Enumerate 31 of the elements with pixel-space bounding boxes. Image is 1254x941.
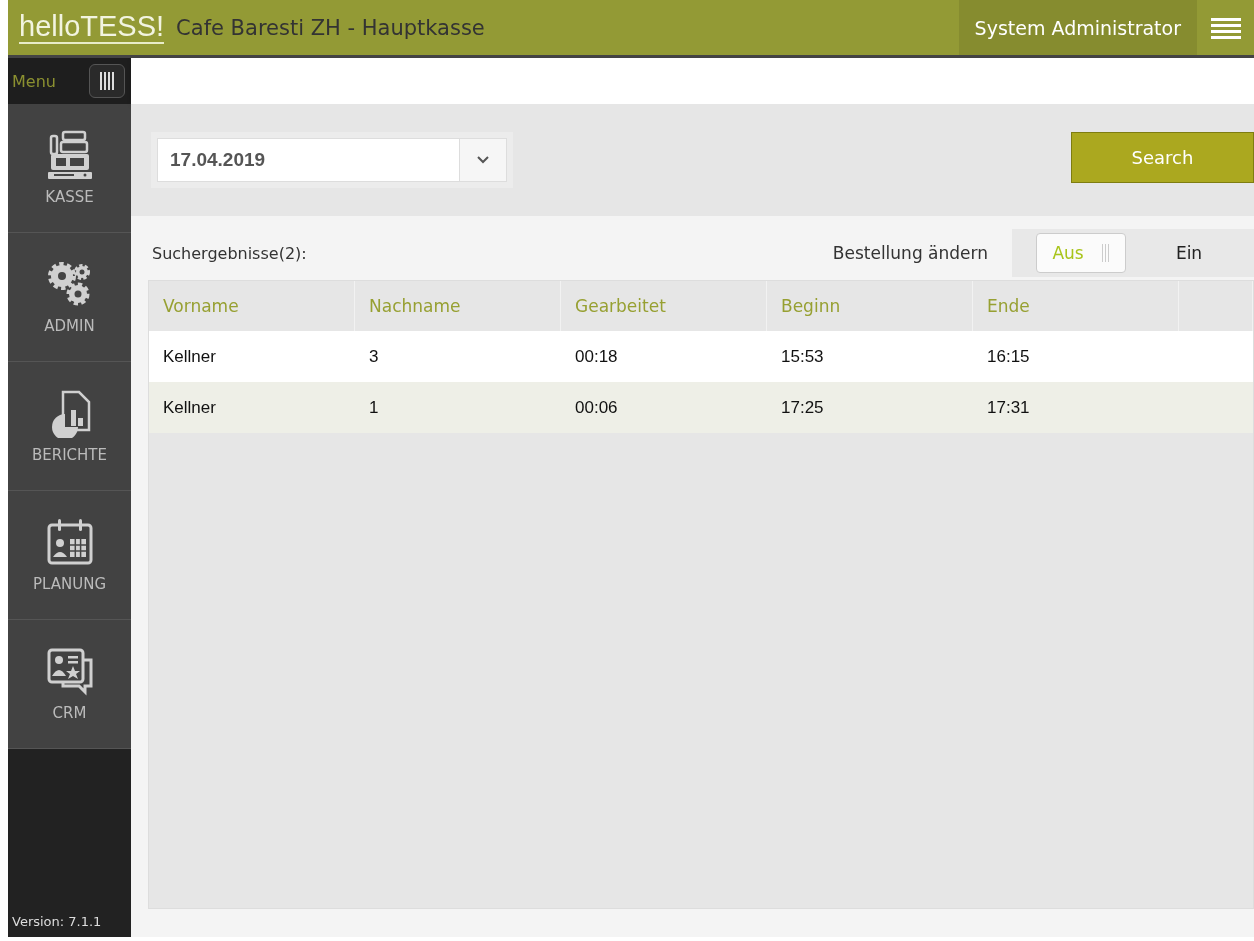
table-cell-text: 16:15 (986, 345, 1031, 368)
bars-icon (100, 72, 114, 90)
logo: helloTESS! (19, 11, 165, 44)
user-name[interactable]: System Administrator (958, 0, 1197, 55)
table-row[interactable]: Kellner 1 00:06 17:25 17:31 (149, 382, 1253, 433)
chevron-down-icon (477, 156, 489, 164)
table-cell-text: Kellner (162, 396, 217, 419)
menu-icon (1210, 16, 1241, 39)
sidebar-item[interactable]: CRM (8, 620, 131, 749)
sidebar-item[interactable]: KASSE (8, 104, 131, 233)
table-cell-text: 1 (368, 396, 380, 419)
table-row[interactable]: Kellner 3 00:18 15:53 16:15 (149, 331, 1253, 382)
switch-option[interactable]: Ein (1144, 233, 1234, 273)
sidebar-toggle-button[interactable] (89, 64, 125, 98)
date-dropdown[interactable]: 17.04.2019 (157, 138, 507, 182)
table-cell-text: 00:06 (574, 396, 619, 419)
version-label: Version: 7.1.1 (11, 913, 103, 931)
sidebar-item[interactable]: PLANUNG (8, 491, 131, 620)
toggle-label: Bestellung ändern (832, 243, 988, 263)
table-cell-text: 15:53 (780, 345, 825, 368)
table-cell-text: 17:31 (986, 396, 1031, 419)
sidebar-item[interactable]: ADMIN (8, 233, 131, 362)
table-cell-text: 17:25 (780, 396, 825, 419)
table-cell-text: 3 (368, 345, 380, 368)
sidebar-item[interactable]: BERICHTE (8, 362, 131, 491)
results-count: Suchergebnisse(2): (151, 243, 308, 263)
store-title: Cafe Baresti ZH - Hauptkasse (176, 15, 485, 40)
grip-icon (1101, 244, 1110, 262)
menu-label: Menu (12, 71, 56, 91)
table-cell-text: 00:18 (574, 345, 619, 368)
table-cell-text: Kellner (162, 345, 217, 368)
